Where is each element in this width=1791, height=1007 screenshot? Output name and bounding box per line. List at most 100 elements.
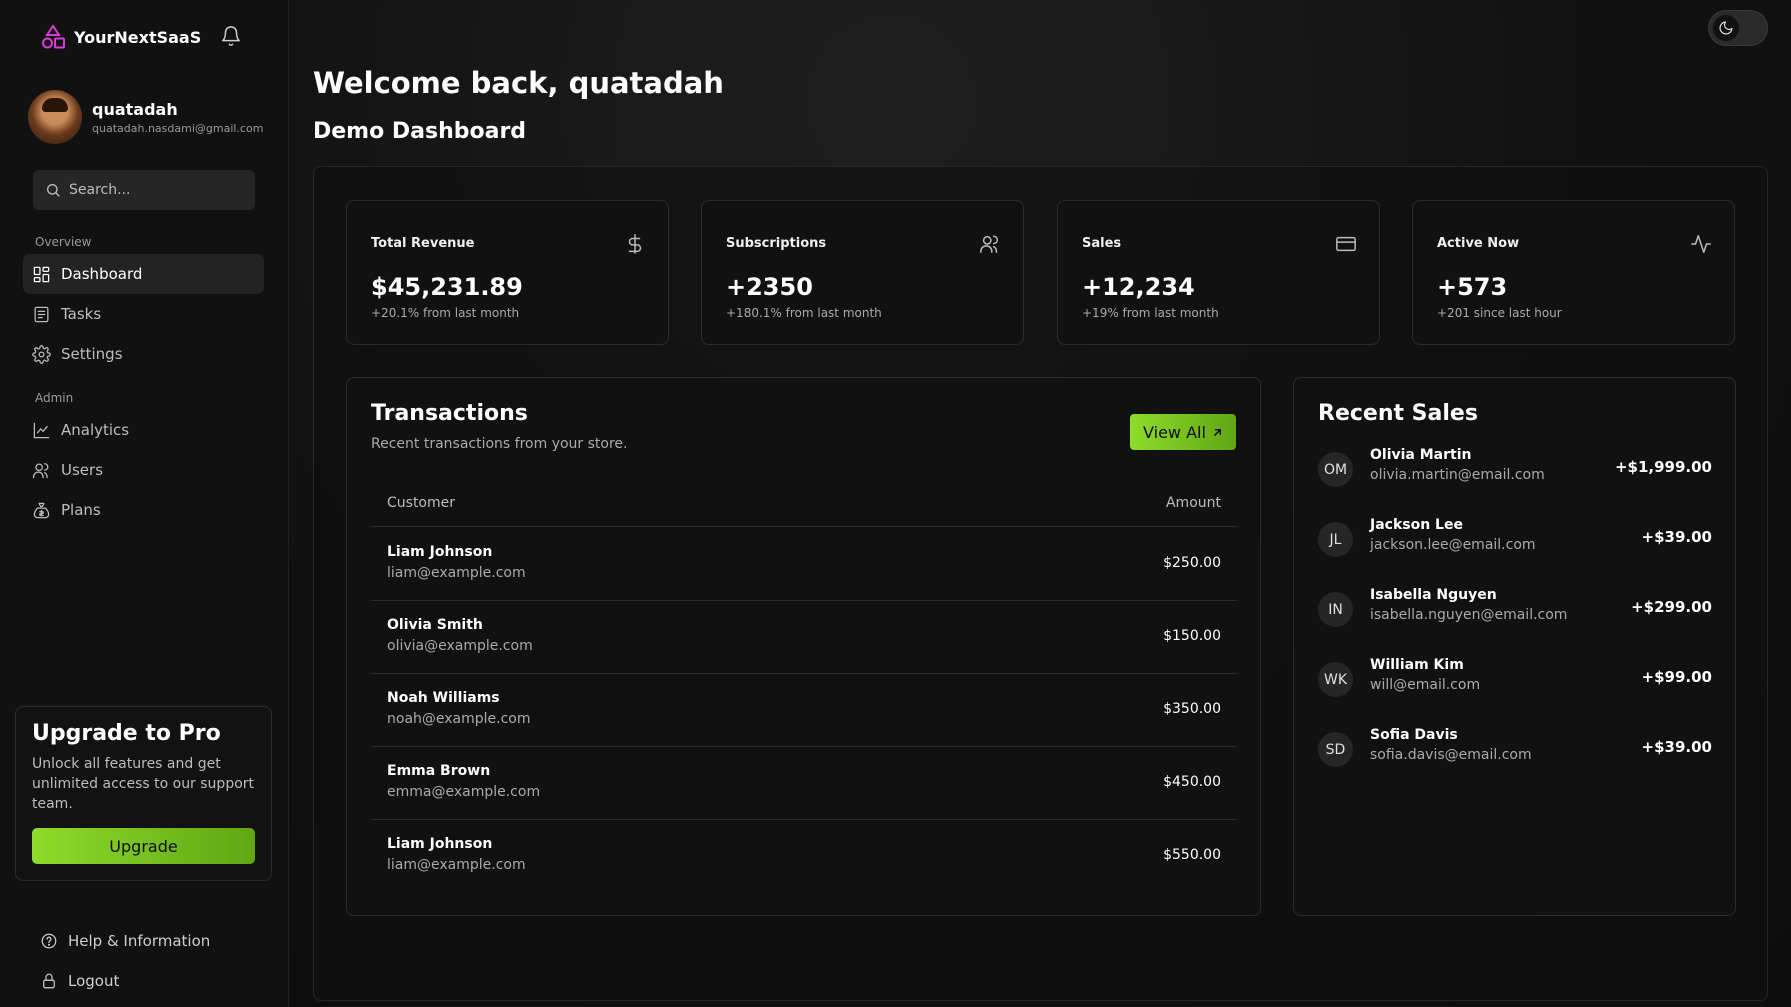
stat-title: Active Now (1437, 236, 1520, 251)
transactions-subtitle: Recent transactions from your store. (371, 436, 628, 452)
upgrade-button[interactable]: Upgrade (32, 828, 255, 864)
theme-knob (1713, 15, 1739, 41)
table-row[interactable]: Liam Johnson liam@example.com $250.00 (371, 528, 1237, 601)
transaction-amount: $150.00 (1163, 628, 1221, 644)
sale-customer-email: will@email.com (1370, 677, 1481, 693)
transactions-title: Transactions (371, 401, 528, 426)
stat-title: Total Revenue (371, 236, 475, 251)
sidebar-item-settings[interactable]: Settings (23, 334, 264, 374)
recent-sales-card: Recent Sales OM Olivia Martin olivia.mar… (1293, 377, 1736, 916)
help-icon (41, 933, 57, 949)
stat-card-subscriptions: Subscriptions +2350 +180.1% from last mo… (701, 200, 1024, 345)
transaction-amount: $450.00 (1163, 774, 1221, 790)
user-email: quatadah.nasdami@gmail.com (92, 121, 264, 135)
moon-icon (1719, 21, 1733, 35)
stat-value: +2350 (726, 273, 813, 301)
stat-card-revenue: Total Revenue $45,231.89 +20.1% from las… (346, 200, 669, 345)
upgrade-card: Upgrade to Pro Unlock all features and g… (15, 706, 272, 881)
view-all-button[interactable]: View All (1130, 414, 1236, 450)
customer-name: Liam Johnson (387, 836, 493, 852)
recent-sales-title: Recent Sales (1318, 401, 1478, 426)
sale-customer-email: isabella.nguyen@email.com (1370, 607, 1568, 623)
customer-name: Liam Johnson (387, 544, 493, 560)
sale-amount: +$39.00 (1641, 738, 1712, 756)
theme-toggle[interactable] (1708, 10, 1768, 46)
view-all-label: View All (1143, 422, 1206, 442)
sale-customer-name: Sofia Davis (1370, 727, 1458, 743)
sale-amount: +$99.00 (1641, 668, 1712, 686)
list-item[interactable]: IN Isabella Nguyen isabella.nguyen@email… (1318, 587, 1712, 642)
arrow-up-right-icon (1213, 428, 1221, 436)
sidebar-item-analytics[interactable]: Analytics (23, 410, 264, 450)
table-row[interactable]: Noah Williams noah@example.com $350.00 (371, 674, 1237, 747)
customer-email: olivia@example.com (387, 638, 533, 654)
stat-value: +12,234 (1082, 273, 1195, 301)
avatar: WK (1318, 662, 1353, 697)
list-item[interactable]: JL Jackson Lee jackson.lee@email.com +$3… (1318, 517, 1712, 572)
sale-customer-email: sofia.davis@email.com (1370, 747, 1532, 763)
stat-value: $45,231.89 (371, 273, 523, 301)
brand[interactable]: YourNextSaaS (40, 24, 201, 50)
table-row[interactable]: Emma Brown emma@example.com $450.00 (371, 747, 1237, 820)
transaction-amount: $550.00 (1163, 847, 1221, 863)
search-icon (47, 184, 60, 197)
upgrade-text: Unlock all features and get unlimited ac… (32, 756, 255, 812)
transaction-amount: $350.00 (1163, 701, 1221, 717)
logo-icon (42, 24, 65, 49)
brand-name: YourNextSaaS (74, 27, 202, 47)
avatar: SD (1318, 732, 1353, 767)
stat-note: +201 since last hour (1437, 306, 1562, 320)
sidebar-item-label: Analytics (61, 421, 130, 439)
stat-note: +180.1% from last month (726, 306, 882, 320)
sidebar-item-dashboard[interactable]: Dashboard (23, 254, 264, 294)
sale-customer-name: William Kim (1370, 657, 1464, 673)
bell-icon[interactable] (220, 25, 242, 47)
gear-icon (32, 344, 51, 364)
page-subtitle: Demo Dashboard (313, 119, 527, 144)
sale-customer-name: Isabella Nguyen (1370, 587, 1497, 603)
stat-card-active: Active Now +573 +201 since last hour (1412, 200, 1735, 345)
list-item[interactable]: WK William Kim will@email.com +$99.00 (1318, 657, 1712, 712)
logout-link[interactable]: Logout (40, 972, 119, 990)
table-row[interactable]: Olivia Smith olivia@example.com $150.00 (371, 601, 1237, 674)
list-item[interactable]: OM Olivia Martin olivia.martin@email.com… (1318, 447, 1712, 502)
users-icon (32, 462, 49, 478)
sale-customer-name: Jackson Lee (1370, 517, 1463, 533)
customer-email: liam@example.com (387, 565, 526, 581)
tasks-icon (34, 306, 49, 322)
sale-customer-email: olivia.martin@email.com (1370, 467, 1545, 483)
sale-customer-email: jackson.lee@email.com (1370, 537, 1536, 553)
upgrade-title: Upgrade to Pro (32, 721, 221, 746)
users-icon (980, 235, 999, 253)
transactions-card: Transactions Recent transactions from yo… (346, 377, 1261, 916)
sidebar-item-users[interactable]: Users (23, 450, 264, 490)
customer-name: Emma Brown (387, 763, 491, 779)
customer-email: emma@example.com (387, 784, 541, 800)
user-profile[interactable]: quatadah quatadah.nasdami@gmail.com (28, 90, 263, 144)
page-title: Welcome back, quatadah (313, 66, 724, 100)
dollar-icon (628, 234, 642, 254)
customer-email: liam@example.com (387, 857, 526, 873)
logout-label: Logout (68, 972, 120, 990)
section-label-overview: Overview (35, 235, 92, 249)
customer-name: Noah Williams (387, 690, 500, 706)
list-item[interactable]: SD Sofia Davis sofia.davis@email.com +$3… (1318, 727, 1712, 782)
transaction-amount: $250.00 (1163, 555, 1221, 571)
customer-email: noah@example.com (387, 711, 531, 727)
sidebar: YourNextSaaS quatadah quatadah.nasdami@g… (0, 0, 289, 1007)
avatar: IN (1318, 592, 1353, 627)
sale-amount: +$299.00 (1631, 598, 1712, 616)
table-row[interactable]: Liam Johnson liam@example.com $550.00 (371, 820, 1237, 893)
credit-card-icon (1336, 236, 1356, 252)
column-header-amount: Amount (1165, 495, 1221, 511)
stat-value: +573 (1437, 273, 1508, 301)
stat-note: +19% from last month (1082, 306, 1219, 320)
search-input[interactable]: Search... (33, 170, 255, 210)
column-header-customer: Customer (387, 495, 456, 511)
help-link[interactable]: Help & Information (40, 932, 210, 950)
sidebar-item-tasks[interactable]: Tasks (23, 294, 264, 334)
stat-title: Subscriptions (726, 236, 827, 251)
stat-title: Sales (1082, 236, 1122, 251)
sidebar-item-plans[interactable]: Plans (23, 490, 264, 530)
section-label-admin: Admin (35, 391, 74, 405)
